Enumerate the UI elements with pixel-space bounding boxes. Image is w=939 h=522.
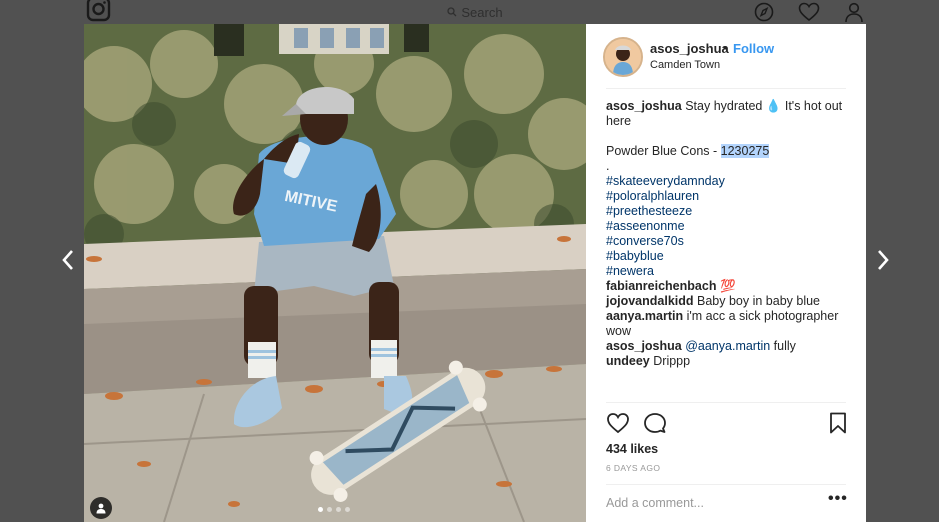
comment-item: jojovandalkidd Baby boy in baby blue bbox=[606, 294, 851, 309]
divider bbox=[606, 484, 846, 485]
search-icon bbox=[447, 7, 457, 17]
search-placeholder: Search bbox=[461, 4, 503, 20]
avatar[interactable] bbox=[603, 37, 643, 77]
tagged-users-button[interactable] bbox=[90, 497, 112, 519]
comment-text: fully bbox=[770, 339, 796, 353]
comment-bubble-icon[interactable] bbox=[643, 411, 667, 435]
comment-item: fabianreichenbach 💯 bbox=[606, 279, 851, 294]
carousel-dot bbox=[336, 507, 341, 512]
search-bar[interactable]: Search bbox=[382, 2, 568, 22]
carousel-dot bbox=[318, 507, 323, 512]
comment-mention[interactable]: @aanya.martin bbox=[685, 339, 770, 353]
carousel-indicator bbox=[318, 507, 350, 512]
hashtag-link[interactable]: #skateeverydamnday bbox=[606, 174, 851, 189]
post-username[interactable]: asos_joshua bbox=[650, 41, 729, 56]
comment-item: undeey Drippp bbox=[606, 354, 851, 369]
profile-icon[interactable] bbox=[843, 2, 865, 22]
separator-dot: • bbox=[723, 40, 728, 55]
hashtag-link[interactable]: #poloralphlauren bbox=[606, 189, 851, 204]
carousel-dot bbox=[345, 507, 350, 512]
comment-username[interactable]: aanya.martin bbox=[606, 309, 683, 323]
comment-text: Baby boy in baby blue bbox=[697, 294, 821, 308]
next-post-arrow-icon[interactable] bbox=[873, 247, 893, 273]
product-code-selected: 1230275 bbox=[720, 144, 770, 158]
carousel-dot bbox=[327, 507, 332, 512]
like-heart-icon[interactable] bbox=[606, 411, 630, 435]
comment-text: 💯 bbox=[719, 279, 736, 293]
divider bbox=[606, 88, 846, 89]
caption-dot: . bbox=[606, 159, 610, 173]
hashtag-link[interactable]: #preethesteeze bbox=[606, 204, 851, 219]
hashtag-link[interactable]: #converse70s bbox=[606, 234, 851, 249]
caption: asos_joshua Stay hydrated 💧 It's hot out… bbox=[606, 99, 851, 129]
more-options-button[interactable]: ••• bbox=[828, 490, 848, 508]
add-comment-input[interactable] bbox=[606, 494, 806, 512]
post-location[interactable]: Camden Town bbox=[650, 59, 720, 71]
previous-post-arrow-icon[interactable] bbox=[58, 247, 78, 273]
post-details-panel: asos_joshua • Follow Camden Town asos_jo… bbox=[586, 24, 866, 522]
divider bbox=[606, 402, 846, 403]
comment-item: aanya.martin i'm acc a sick photographer… bbox=[606, 309, 851, 339]
hashtag-link[interactable]: #babyblue bbox=[606, 249, 851, 264]
compass-icon[interactable] bbox=[753, 2, 775, 22]
bookmark-icon[interactable] bbox=[826, 411, 850, 435]
instagram-logo-icon[interactable] bbox=[86, 0, 111, 22]
post-date: 6 DAYS AGO bbox=[606, 463, 661, 473]
caption-product-line: Powder Blue Cons - 1230275 bbox=[606, 144, 770, 158]
photo-scene: MITIVE bbox=[84, 24, 586, 522]
hashtag-link[interactable]: #newera bbox=[606, 264, 851, 279]
comment-item: asos_joshua @aanya.martin fully bbox=[606, 339, 851, 354]
top-navigation: Search bbox=[0, 0, 939, 24]
comment-username[interactable]: jojovandalkidd bbox=[606, 294, 694, 308]
avatar-image bbox=[605, 39, 641, 75]
post-photo[interactable]: MITIVE bbox=[84, 24, 586, 522]
heart-activity-icon[interactable] bbox=[798, 2, 820, 22]
caption-username[interactable]: asos_joshua bbox=[606, 99, 682, 113]
comment-username[interactable]: asos_joshua bbox=[606, 339, 682, 353]
post-header: asos_joshua • Follow Camden Town bbox=[586, 24, 866, 88]
comments-section: asos_joshua Stay hydrated 💧 It's hot out… bbox=[606, 99, 851, 369]
follow-button[interactable]: Follow bbox=[733, 41, 774, 56]
comment-username[interactable]: undeey bbox=[606, 354, 650, 368]
hashtag-link[interactable]: #asseenonme bbox=[606, 219, 851, 234]
user-tag-icon bbox=[96, 503, 106, 514]
comment-text: Drippp bbox=[653, 354, 691, 368]
comment-username[interactable]: fabianreichenbach bbox=[606, 279, 716, 293]
likes-count[interactable]: 434 likes bbox=[606, 442, 658, 456]
